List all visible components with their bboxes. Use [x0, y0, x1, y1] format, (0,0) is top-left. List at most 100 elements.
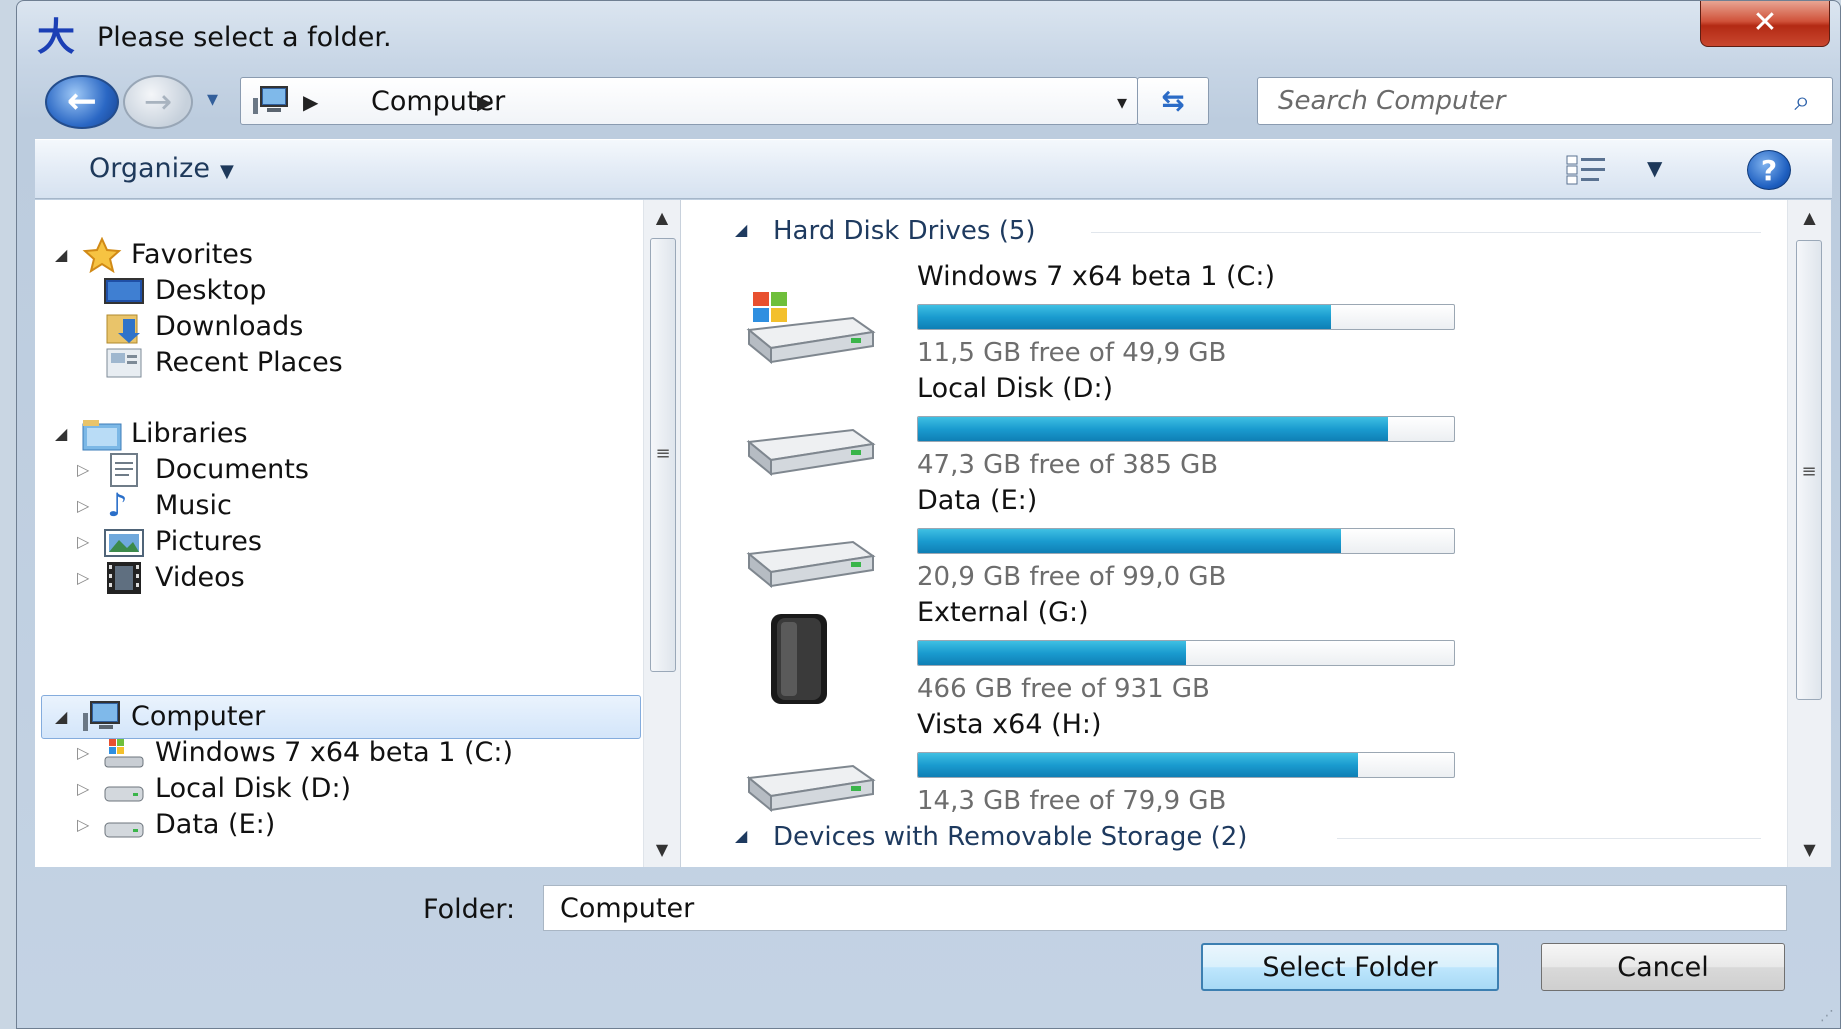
drive-usage-bar	[917, 304, 1455, 330]
drive-item[interactable]: Local Disk (D:) 47,3 GB free of 385 GB	[741, 372, 1455, 482]
videos-icon	[107, 562, 141, 594]
drive-usage-bar	[917, 528, 1455, 554]
drive-free-space: 466 GB free of 931 GB	[917, 674, 1210, 704]
tree-libraries[interactable]: ◢ Libraries	[55, 414, 615, 454]
sidebar-item-documents[interactable]: ▷ Documents	[55, 450, 615, 490]
organize-label: Organize	[89, 153, 210, 184]
pictures-icon	[104, 529, 144, 557]
drive-item[interactable]: Vista x64 (H:) 14,3 GB free of 79,9 GB	[741, 708, 1455, 818]
group-header-hard-disks[interactable]: Hard Disk Drives (5)	[773, 214, 1036, 248]
navigation-scrollbar[interactable]: ▲ ≡ ▼	[643, 200, 681, 867]
expand-arrow-icon[interactable]: ▷	[77, 769, 97, 809]
scroll-thumb[interactable]: ≡	[1796, 240, 1822, 700]
drive-usage-bar	[917, 752, 1455, 778]
tree-label: Windows 7 x64 beta 1 (C:)	[155, 737, 514, 768]
scroll-up-icon[interactable]: ▲	[644, 208, 680, 227]
drive-usage-fill	[918, 305, 1331, 329]
breadcrumb-separator-icon[interactable]: ▶	[477, 90, 492, 114]
recent-pages-dropdown[interactable]: ▾	[207, 87, 218, 112]
expand-arrow-icon[interactable]: ▷	[77, 805, 97, 845]
drive-name: Vista x64 (H:)	[917, 709, 1102, 740]
title-bar[interactable]: 大 Please select a folder. ✕	[17, 1, 1840, 71]
resize-grip-icon[interactable]: ⋰	[1820, 1008, 1834, 1024]
close-button[interactable]: ✕	[1700, 1, 1830, 47]
collapse-group-icon[interactable]: ◢	[735, 826, 747, 845]
chevron-down-icon: ▼	[219, 161, 234, 182]
external-drive-icon	[771, 614, 827, 704]
sidebar-item-drive-c[interactable]: ▷ Windows 7 x64 beta 1 (C:)	[55, 733, 615, 773]
search-input[interactable]	[1278, 84, 1758, 118]
folder-label: Folder:	[423, 894, 516, 925]
cancel-button[interactable]: Cancel	[1541, 943, 1785, 991]
group-divider	[1337, 838, 1761, 839]
organize-menu[interactable]: Organize ▼	[89, 152, 234, 189]
group-header-removable[interactable]: Devices with Removable Storage (2)	[773, 820, 1247, 854]
tree-label: Desktop	[155, 275, 267, 306]
scroll-up-icon[interactable]: ▲	[1788, 208, 1831, 227]
folder-field[interactable]	[543, 885, 1787, 931]
sidebar-item-videos[interactable]: ▷ Videos	[55, 558, 615, 598]
collapse-arrow-icon[interactable]: ◢	[55, 235, 75, 275]
view-dropdown-icon[interactable]: ▼	[1647, 156, 1662, 180]
sidebar-item-drive-e[interactable]: ▷ Data (E:)	[55, 805, 615, 845]
refresh-button[interactable]: ⇆	[1137, 77, 1209, 125]
view-options-icon[interactable]	[1565, 154, 1611, 186]
tree-label: Computer	[131, 701, 266, 732]
desktop-icon	[104, 278, 144, 304]
search-icon[interactable]: ⌕	[1794, 84, 1810, 118]
sidebar-item-downloads[interactable]: Downloads	[55, 307, 615, 347]
collapse-group-icon[interactable]: ◢	[735, 220, 747, 239]
tree-label: Videos	[155, 562, 245, 593]
address-dropdown-icon[interactable]: ▾	[1117, 90, 1127, 114]
tree-label: Local Disk (D:)	[155, 773, 352, 804]
documents-icon	[110, 453, 138, 487]
tree-label: Data (E:)	[155, 809, 276, 840]
tree-favorites[interactable]: ◢ Favorites	[55, 235, 615, 275]
drive-usage-fill	[918, 753, 1359, 777]
grip-icon: ≡	[655, 443, 671, 464]
collapse-arrow-icon[interactable]: ◢	[55, 414, 75, 454]
content-scrollbar[interactable]: ▲ ≡ ▼	[1787, 200, 1831, 867]
forward-button[interactable]: →	[123, 75, 193, 129]
sidebar-item-pictures[interactable]: ▷ Pictures	[55, 522, 615, 562]
scroll-down-icon[interactable]: ▼	[1788, 840, 1831, 859]
tree-computer[interactable]: ◢ Computer	[55, 697, 615, 737]
drive-item[interactable]: External (G:) 466 GB free of 931 GB	[741, 596, 1455, 706]
expand-arrow-icon[interactable]: ▷	[77, 733, 97, 773]
expand-arrow-icon[interactable]: ▷	[77, 450, 97, 490]
folder-dialog: 大 Please select a folder. ✕ ← → ▾ ▶ Comp…	[16, 0, 1841, 1029]
scroll-thumb[interactable]: ≡	[650, 238, 676, 672]
drive-name: Data (E:)	[917, 485, 1038, 516]
sidebar-item-music[interactable]: ▷ ♪ Music	[55, 486, 615, 526]
sidebar-item-drive-d[interactable]: ▷ Local Disk (D:)	[55, 769, 615, 809]
drive-icon	[104, 822, 144, 838]
chevron-down-icon: ▾	[207, 87, 219, 112]
select-folder-button[interactable]: Select Folder	[1201, 943, 1499, 991]
recent-places-icon	[106, 348, 142, 378]
sidebar-item-desktop[interactable]: Desktop	[55, 271, 615, 311]
address-bar[interactable]: ▶ Computer ▶ ▾	[240, 77, 1138, 125]
help-icon[interactable]: ?	[1747, 150, 1791, 190]
drive-free-space: 20,9 GB free of 99,0 GB	[917, 562, 1227, 592]
scroll-down-icon[interactable]: ▼	[644, 840, 680, 859]
navigation-pane[interactable]: ◢ Favorites Desktop Downloads Recent Pla…	[35, 200, 661, 867]
drive-free-space: 47,3 GB free of 385 GB	[917, 450, 1219, 480]
tree-label: Downloads	[155, 311, 304, 342]
music-icon: ♪	[107, 486, 128, 524]
downloads-folder-icon	[106, 314, 140, 344]
tree-label: Music	[155, 490, 232, 521]
expand-arrow-icon[interactable]: ▷	[77, 486, 97, 526]
expand-arrow-icon[interactable]: ▷	[77, 522, 97, 562]
content-pane[interactable]: ◢ Hard Disk Drives (5) Windows 7 x64 bet…	[681, 200, 1787, 867]
collapse-arrow-icon[interactable]: ◢	[55, 697, 75, 737]
drive-item[interactable]: Data (E:) 20,9 GB free of 99,0 GB	[741, 484, 1455, 594]
drive-usage-bar	[917, 416, 1455, 442]
drive-item[interactable]: Windows 7 x64 beta 1 (C:) 11,5 GB free o…	[741, 260, 1455, 370]
back-button[interactable]: ←	[45, 75, 119, 129]
drive-name: Windows 7 x64 beta 1 (C:)	[917, 261, 1276, 292]
search-box[interactable]: ⌕	[1257, 77, 1833, 125]
breadcrumb-separator-icon[interactable]: ▶	[303, 90, 318, 114]
sidebar-item-recent-places[interactable]: Recent Places	[55, 343, 615, 383]
drive-usage-fill	[918, 641, 1186, 665]
expand-arrow-icon[interactable]: ▷	[77, 558, 97, 598]
